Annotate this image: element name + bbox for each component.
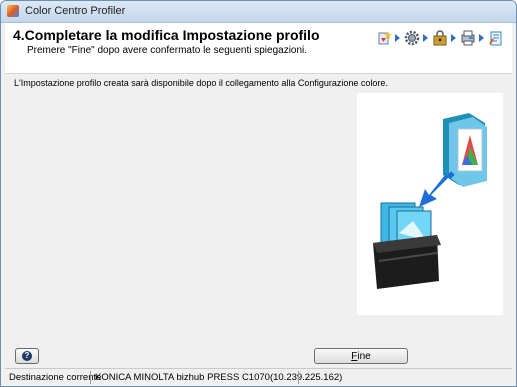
app-window: Color Centro Profiler 4.Completare la mo…: [0, 0, 517, 387]
info-text: L'Impostazione profilo creata sarà dispo…: [14, 78, 388, 88]
app-icon: [7, 5, 19, 17]
bottom-bar: ? Fine: [5, 346, 512, 366]
status-divider-end: [298, 371, 299, 384]
help-icon: ?: [22, 351, 32, 361]
transfer-arrow-icon: [419, 171, 455, 207]
gear-icon: [403, 30, 420, 47]
status-bar: Destinazione corrente KONICA MINOLTA biz…: [5, 368, 512, 386]
fine-button[interactable]: Fine: [314, 348, 408, 364]
status-divider: [90, 371, 91, 384]
step-arrow-3: [451, 34, 456, 42]
profile-transfer-illustration: [373, 113, 487, 289]
fine-button-label: ine: [357, 351, 371, 362]
status-value: KONICA MINOLTA bizhub PRESS C1070(10.239…: [95, 372, 343, 383]
step-arrow-2: [423, 34, 428, 42]
title-bar[interactable]: Color Centro Profiler: [1, 1, 516, 23]
step-title: 4.Completare la modifica Impostazione pr…: [13, 27, 320, 43]
printer-icon: [459, 30, 476, 47]
wizard-steps: [375, 25, 504, 51]
step-subtitle: Premere "Fine" dopo avere confermato le …: [27, 45, 308, 56]
wizard-header: 4.Completare la modifica Impostazione pr…: [5, 23, 512, 74]
profile-edit-icon: [487, 30, 504, 47]
lock-icon: [431, 30, 448, 47]
create-profile-icon: [375, 30, 392, 47]
color-box-icon: [373, 202, 441, 289]
step-arrow-4: [479, 34, 484, 42]
help-button[interactable]: ?: [15, 348, 39, 364]
step-arrow-1: [395, 34, 400, 42]
window-title: Color Centro Profiler: [25, 5, 126, 17]
illustration-panel: [357, 93, 503, 315]
status-label: Destinazione corrente: [9, 372, 102, 383]
